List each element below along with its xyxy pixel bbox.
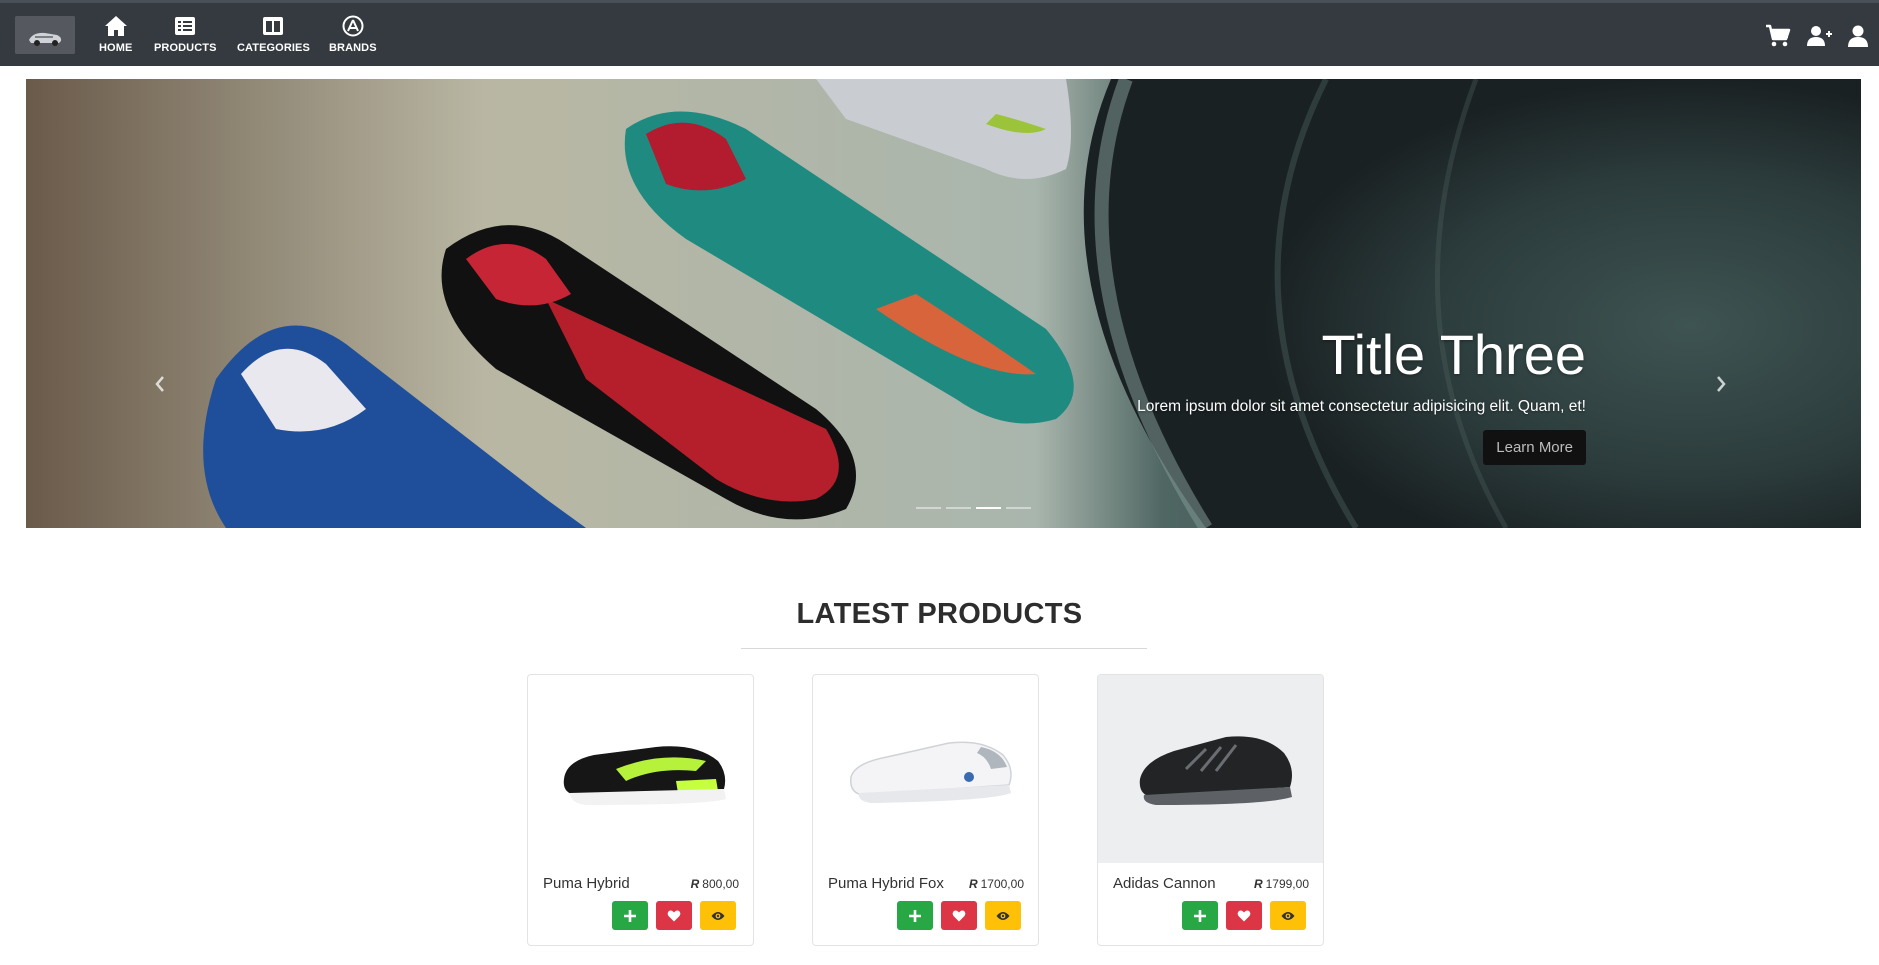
carousel-text: Lorem ipsum dolor sit amet consectetur a…: [1137, 397, 1586, 415]
product-actions: [612, 901, 736, 930]
plus-icon: [624, 909, 636, 922]
brand-logo[interactable]: [15, 16, 75, 54]
nav-home[interactable]: HOME: [99, 15, 132, 54]
price-value: 1799,00: [1265, 877, 1309, 891]
quick-view-button[interactable]: [1270, 901, 1306, 930]
carousel-prev-button[interactable]: [140, 359, 180, 409]
price-value: 1700,00: [980, 877, 1024, 891]
product-actions: [897, 901, 1021, 930]
navbar: HOME PRODUCTS CATEGORIES BRANDS: [0, 0, 1879, 66]
carousel-indicator-4[interactable]: [1006, 507, 1031, 509]
product-card[interactable]: Puma Hybrid R 800,00: [527, 674, 754, 946]
quick-view-button[interactable]: [700, 901, 736, 930]
columns-icon: [263, 17, 284, 35]
add-to-cart-button[interactable]: [1182, 901, 1218, 930]
product-image[interactable]: [528, 675, 753, 863]
product-price: R 1700,00: [969, 877, 1024, 891]
price-value: 800,00: [702, 877, 739, 891]
currency-symbol: R: [690, 877, 700, 891]
title-divider: [741, 648, 1147, 649]
user-plus-icon: [1807, 26, 1832, 46]
section-title: LATEST PRODUCTS: [796, 598, 1083, 630]
plus-icon: [1194, 909, 1206, 922]
eye-icon: [711, 911, 725, 920]
account-button[interactable]: [1845, 24, 1871, 53]
carousel-indicators: [916, 507, 1031, 509]
wishlist-button[interactable]: [656, 901, 692, 930]
heart-icon: [952, 910, 966, 921]
home-icon: [104, 16, 127, 36]
chevron-left-icon: [155, 376, 164, 392]
product-image[interactable]: [1098, 675, 1323, 863]
product-image[interactable]: [813, 675, 1038, 863]
register-button[interactable]: [1807, 24, 1833, 53]
nav-products[interactable]: PRODUCTS: [154, 15, 217, 54]
wishlist-button[interactable]: [941, 901, 977, 930]
product-actions: [1182, 901, 1306, 930]
nav-brands[interactable]: BRANDS: [329, 15, 377, 54]
app-store-icon: [342, 15, 364, 37]
quick-view-button[interactable]: [985, 901, 1021, 930]
add-to-cart-button[interactable]: [612, 901, 648, 930]
add-to-cart-button[interactable]: [897, 901, 933, 930]
carousel-indicator-1[interactable]: [916, 507, 941, 509]
heart-icon: [667, 910, 681, 921]
product-name[interactable]: Adidas Cannon: [1113, 875, 1216, 892]
carousel-indicator-3[interactable]: [976, 507, 1001, 509]
carousel-indicator-2[interactable]: [946, 507, 971, 509]
product-name[interactable]: Puma Hybrid: [543, 875, 630, 892]
nav-categories-label: CATEGORIES: [237, 42, 310, 54]
product-info: Puma Hybrid R 800,00: [528, 863, 753, 893]
product-info: Adidas Cannon R 1799,00: [1098, 863, 1323, 893]
nav-brands-label: BRANDS: [329, 42, 377, 54]
carousel-caption: Title Three Lorem ipsum dolor sit amet c…: [1137, 324, 1586, 465]
currency-symbol: R: [968, 877, 978, 891]
nav-categories[interactable]: CATEGORIES: [237, 15, 310, 54]
eye-icon: [1281, 911, 1295, 920]
eye-icon: [996, 911, 1010, 920]
cart-icon: [1766, 24, 1791, 47]
chevron-right-icon: [1717, 376, 1726, 392]
carousel-title: Title Three: [1321, 323, 1586, 386]
hero-carousel: Title Three Lorem ipsum dolor sit amet c…: [26, 79, 1861, 528]
wishlist-button[interactable]: [1226, 901, 1262, 930]
learn-more-button[interactable]: Learn More: [1483, 429, 1586, 465]
nav-home-label: HOME: [99, 42, 133, 54]
product-price: R 1799,00: [1254, 877, 1309, 891]
product-card[interactable]: Adidas Cannon R 1799,00: [1097, 674, 1324, 946]
product-price: R 800,00: [691, 877, 739, 891]
nav-products-label: PRODUCTS: [154, 42, 217, 54]
list-icon: [175, 17, 196, 35]
product-name[interactable]: Puma Hybrid Fox: [828, 875, 944, 892]
product-card[interactable]: Puma Hybrid Fox R 1700,00: [812, 674, 1039, 946]
cart-button[interactable]: [1765, 24, 1791, 53]
carousel-next-button[interactable]: [1701, 359, 1741, 409]
heart-icon: [1237, 910, 1251, 921]
currency-symbol: R: [1253, 877, 1263, 891]
product-info: Puma Hybrid Fox R 1700,00: [813, 863, 1038, 893]
plus-icon: [909, 909, 921, 922]
user-icon: [1848, 25, 1868, 47]
